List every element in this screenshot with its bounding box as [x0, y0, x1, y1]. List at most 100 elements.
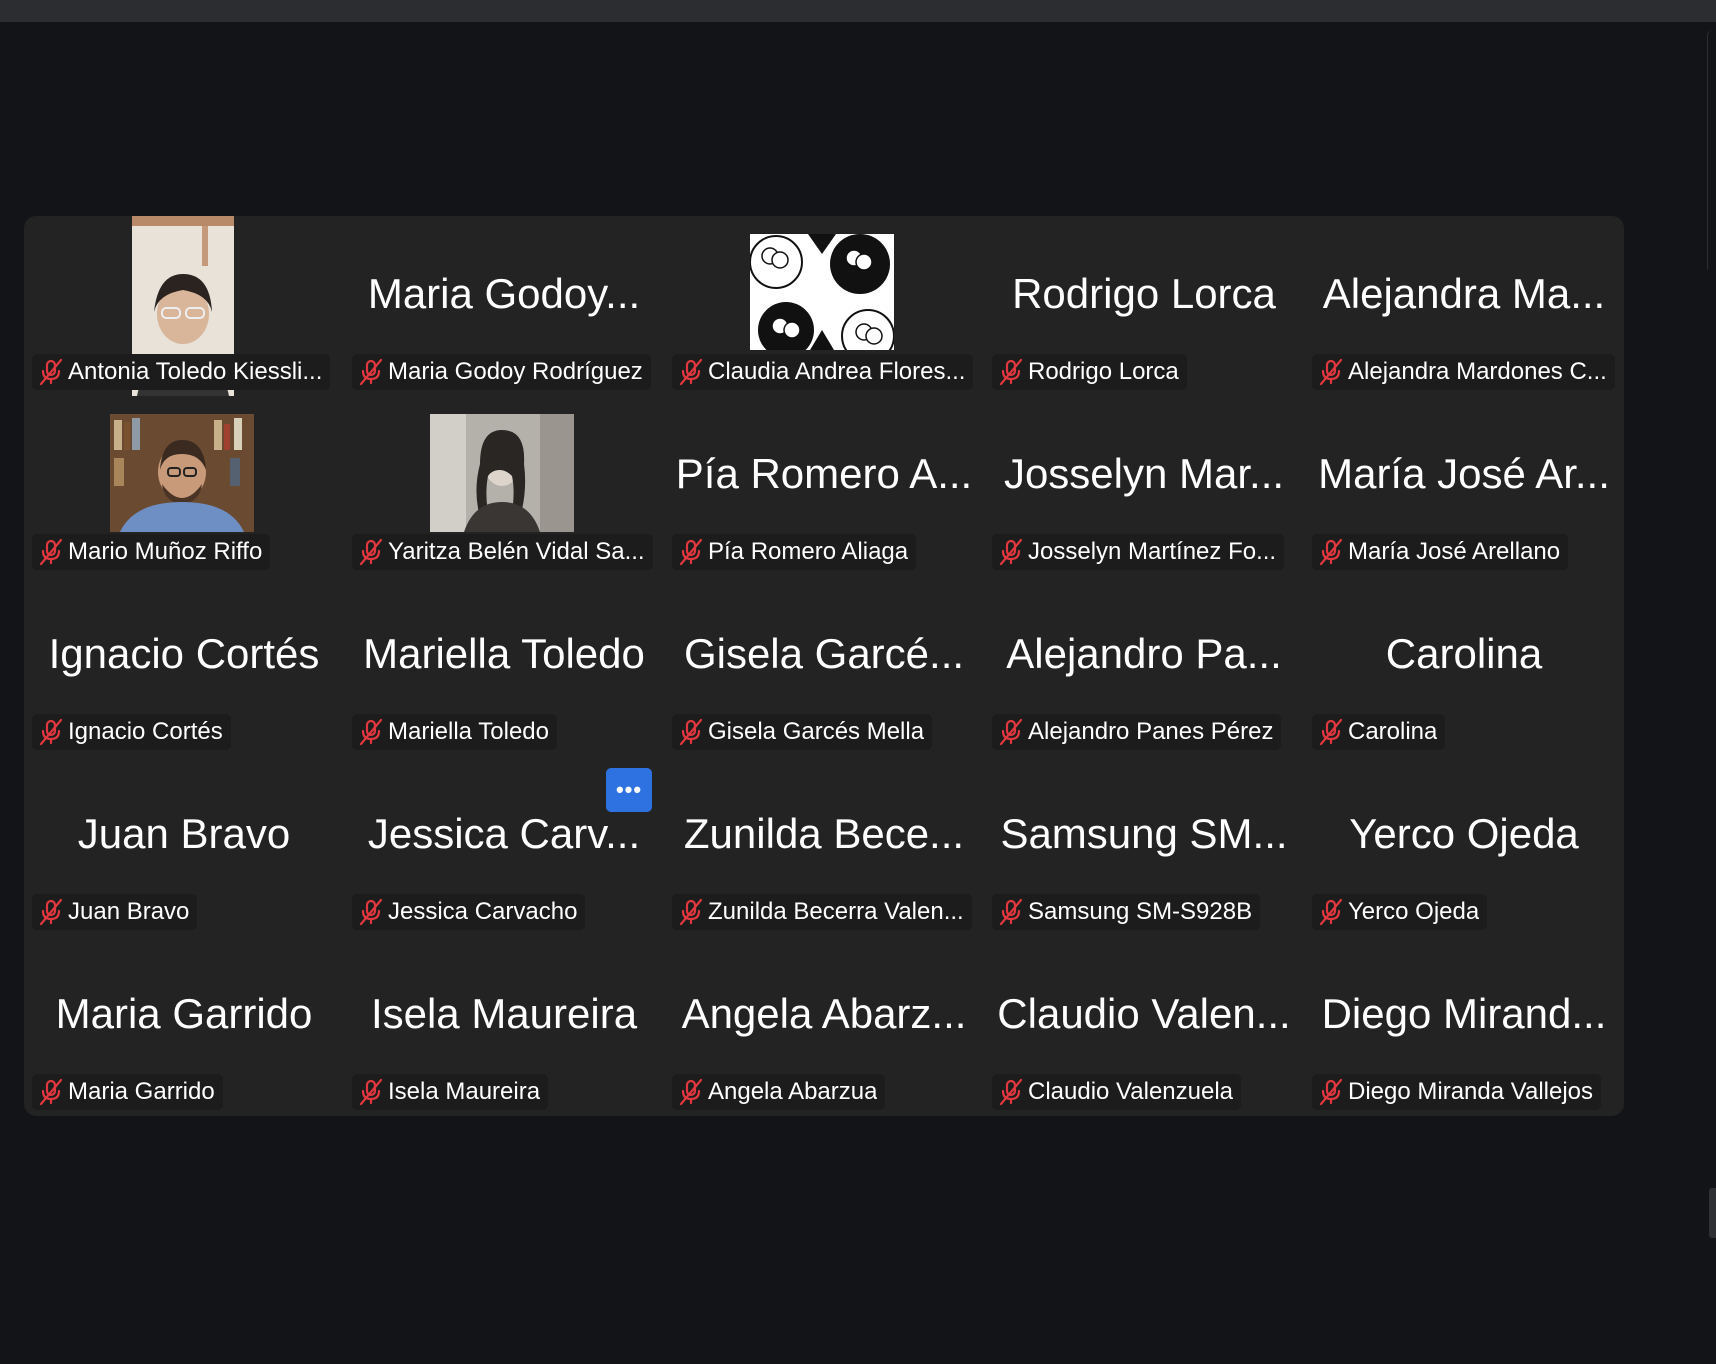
participant-tile[interactable]: Claudio Valen... Claudio Valenzuela: [984, 936, 1304, 1116]
participant-tile[interactable]: Diego Mirand... Diego Miranda Vallejos: [1304, 936, 1624, 1116]
participant-name-text: Claudio Valenzuela: [1028, 1078, 1234, 1105]
participant-tile[interactable]: Mario Muñoz Riffo: [24, 396, 344, 576]
participant-tile[interactable]: Yaritza Belén Vidal Sa...: [344, 396, 664, 576]
participant-display-name: Maria Godoy...: [367, 270, 641, 317]
participant-tile[interactable]: Alejandro Pa... Alejandro Panes Pérez: [984, 576, 1304, 756]
participant-name-label: Josselyn Martínez Fo...: [992, 534, 1285, 570]
participant-name-label: Isela Maureira: [352, 1074, 549, 1110]
participant-name-text: Ignacio Cortés: [68, 718, 223, 745]
participant-tile[interactable]: Maria Godoy... Maria Godoy Rodríguez: [344, 216, 664, 396]
participant-display-name: Isela Maureira: [370, 990, 638, 1037]
participant-tile[interactable]: Antonia Toledo Kiessli...: [24, 216, 344, 396]
participant-display-name: Mariella Toledo: [363, 630, 645, 677]
participant-name-label: Zunilda Becerra Valen...: [672, 894, 972, 930]
participant-display-name: María José Ar...: [1318, 450, 1610, 497]
participant-display-name: Maria Garrido: [55, 990, 313, 1037]
participant-tile[interactable]: Ignacio Cortés Ignacio Cortés: [24, 576, 344, 756]
participant-display-name: Josselyn Mar...: [1003, 450, 1285, 497]
participant-name-label: Alejandra Mardones C...: [1312, 354, 1615, 390]
participant-display-name: Yerco Ojeda: [1349, 810, 1579, 857]
participant-name-text: Mario Muñoz Riffo: [68, 538, 263, 565]
participant-name-label: Pía Romero Aliaga: [672, 534, 917, 570]
participant-name-label: Rodrigo Lorca: [992, 354, 1187, 390]
participant-name-label: Maria Godoy Rodríguez: [352, 354, 651, 390]
participant-tile[interactable]: Juan Bravo Juan Bravo: [24, 756, 344, 936]
muted-mic-icon: [678, 538, 704, 566]
participant-tile[interactable]: Maria Garrido Maria Garrido: [24, 936, 344, 1116]
participant-name-label: Ignacio Cortés: [32, 714, 231, 750]
participant-name-text: Samsung SM-S928B: [1028, 898, 1253, 925]
muted-mic-icon: [1318, 538, 1344, 566]
participant-tile[interactable]: Gisela Garcé... Gisela Garcés Mella: [664, 576, 984, 756]
participant-name-label: Angela Abarzua: [672, 1074, 886, 1110]
participant-tile[interactable]: Claudia Andrea Flores...: [664, 216, 984, 396]
participant-name-label: María José Arellano: [1312, 534, 1569, 570]
muted-mic-icon: [1318, 718, 1344, 746]
participant-name-text: Mariella Toledo: [388, 718, 549, 745]
muted-mic-icon: [678, 718, 704, 746]
participant-name-text: Josselyn Martínez Fo...: [1028, 538, 1277, 565]
participant-name-label: Samsung SM-S928B: [992, 894, 1261, 930]
participant-name-label: Claudia Andrea Flores...: [672, 354, 974, 390]
participant-name-label: Jessica Carvacho: [352, 894, 586, 930]
participant-name-text: Alejandro Panes Pérez: [1028, 718, 1274, 745]
participant-name-label: Diego Miranda Vallejos: [1312, 1074, 1602, 1110]
participant-tile[interactable]: Josselyn Mar... Josselyn Martínez Fo...: [984, 396, 1304, 576]
participant-display-name: Zunilda Bece...: [683, 810, 965, 857]
muted-mic-icon: [1318, 1078, 1344, 1106]
participant-name-text: Maria Garrido: [68, 1078, 215, 1105]
side-panel-edge: [1707, 30, 1716, 1330]
participant-name-label: Claudio Valenzuela: [992, 1074, 1242, 1110]
muted-mic-icon: [678, 358, 704, 386]
participant-display-name: Pía Romero A...: [675, 450, 973, 497]
muted-mic-icon: [998, 718, 1024, 746]
participant-name-label: Yaritza Belén Vidal Sa...: [352, 534, 653, 570]
muted-mic-icon: [358, 1078, 384, 1106]
muted-mic-icon: [1318, 898, 1344, 926]
participant-tile[interactable]: Angela Abarz... Angela Abarzua: [664, 936, 984, 1116]
participant-name-text: Pía Romero Aliaga: [708, 538, 909, 565]
participant-name-text: Carolina: [1348, 718, 1438, 745]
muted-mic-icon: [998, 898, 1024, 926]
participant-display-name: Diego Mirand...: [1321, 990, 1607, 1037]
participant-tile[interactable]: María José Ar... María José Arellano: [1304, 396, 1624, 576]
participant-tile[interactable]: Zunilda Bece... Zunilda Becerra Valen...: [664, 756, 984, 936]
participant-display-name: Alejandra Ma...: [1322, 270, 1606, 317]
participant-display-name: Angela Abarz...: [681, 990, 967, 1037]
participant-name-text: Maria Godoy Rodríguez: [388, 358, 643, 385]
participant-tile[interactable]: Yerco Ojeda Yerco Ojeda: [1304, 756, 1624, 936]
participant-name-text: Zunilda Becerra Valen...: [708, 898, 964, 925]
participant-tile[interactable]: Pía Romero A... Pía Romero Aliaga: [664, 396, 984, 576]
participant-display-name: Juan Bravo: [77, 810, 291, 857]
muted-mic-icon: [998, 358, 1024, 386]
participant-display-name: Alejandro Pa...: [1006, 630, 1282, 677]
participant-name-text: Yaritza Belén Vidal Sa...: [388, 538, 645, 565]
participant-tile[interactable]: Alejandra Ma... Alejandra Mardones C...: [1304, 216, 1624, 396]
participant-tile[interactable]: Rodrigo Lorca Rodrigo Lorca: [984, 216, 1304, 396]
muted-mic-icon: [358, 538, 384, 566]
participant-name-text: María José Arellano: [1348, 538, 1561, 565]
participant-tile[interactable]: Carolina Carolina: [1304, 576, 1624, 756]
muted-mic-icon: [38, 358, 64, 386]
participant-display-name: Rodrigo Lorca: [1012, 270, 1276, 317]
more-options-button[interactable]: •••: [606, 768, 652, 812]
participant-tile[interactable]: Isela Maureira Isela Maureira: [344, 936, 664, 1116]
participant-name-text: Alejandra Mardones C...: [1348, 358, 1607, 385]
participant-name-text: Yerco Ojeda: [1348, 898, 1480, 925]
participant-name-label: Carolina: [1312, 714, 1446, 750]
muted-mic-icon: [678, 898, 704, 926]
participant-tile[interactable]: Samsung SM... Samsung SM-S928B: [984, 756, 1304, 936]
scrollbar-thumb[interactable]: [1709, 1188, 1716, 1238]
muted-mic-icon: [678, 1078, 704, 1106]
participant-display-name: Jessica Carv...: [367, 810, 641, 857]
participant-tile[interactable]: Mariella Toledo Mariella Toledo: [344, 576, 664, 756]
participant-name-label: Maria Garrido: [32, 1074, 223, 1110]
muted-mic-icon: [38, 898, 64, 926]
participant-name-label: Mariella Toledo: [352, 714, 557, 750]
participant-name-text: Jessica Carvacho: [388, 898, 578, 925]
muted-mic-icon: [358, 718, 384, 746]
participant-name-label: Gisela Garcés Mella: [672, 714, 933, 750]
participant-display-name: Carolina: [1385, 630, 1543, 677]
participant-name-label: Juan Bravo: [32, 894, 198, 930]
participant-name-text: Juan Bravo: [68, 898, 190, 925]
